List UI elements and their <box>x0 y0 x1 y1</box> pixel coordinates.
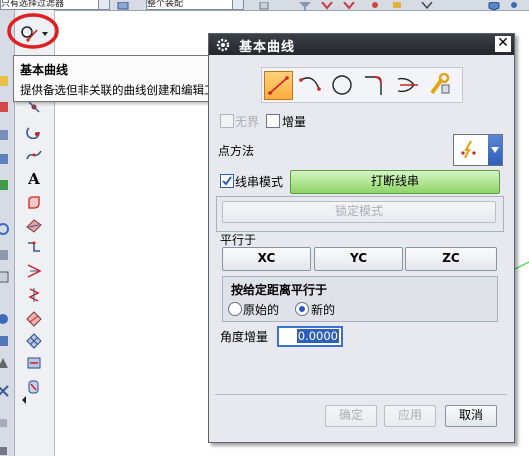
angle-increment-input[interactable]: 0.0000 <box>277 326 343 347</box>
unbounded-label: 无界 <box>235 115 260 129</box>
toolbar-icon[interactable] <box>0 442 12 460</box>
angle-increment-label: 角度增量 <box>220 330 269 344</box>
original-radio[interactable] <box>228 302 242 316</box>
inferred-point-icon <box>457 138 483 162</box>
assembly-scope-combo[interactable]: 整个装配 <box>146 0 244 10</box>
toolbar-icon[interactable] <box>0 310 12 328</box>
line-icon[interactable] <box>264 71 293 100</box>
fillet-icon[interactable] <box>361 71 388 98</box>
chevron-left-icon[interactable] <box>19 394 29 406</box>
dialog-title: 基本曲线 <box>239 40 296 55</box>
chevron-down-icon[interactable] <box>488 135 502 165</box>
toolbar-icon[interactable] <box>0 382 12 400</box>
point-method-select[interactable] <box>453 134 503 166</box>
close-icon[interactable]: ✕ <box>495 36 511 52</box>
parallel-to-label: 平行于 <box>220 233 257 247</box>
project-curve-icon[interactable] <box>25 238 43 256</box>
circle-icon[interactable] <box>329 71 356 98</box>
helix-icon[interactable] <box>25 286 43 304</box>
toolbar-icon[interactable] <box>0 354 12 372</box>
filter-icon[interactable] <box>298 0 312 11</box>
toolbar-icon[interactable] <box>115 0 131 10</box>
angle-increment-value: 0.0000 <box>296 329 339 343</box>
toolbar-icon[interactable] <box>0 332 12 350</box>
parallel-by-distance-label: 按给定距离平行于 <box>231 283 328 297</box>
toolbar-icon[interactable] <box>320 0 334 10</box>
string-mode-checkbox[interactable] <box>220 174 234 188</box>
string-mode-label: 线串模式 <box>235 175 284 189</box>
yc-button[interactable]: YC <box>314 247 403 271</box>
ok-button[interactable]: 确定 <box>325 405 377 427</box>
edit-curve-params-icon[interactable] <box>426 71 453 98</box>
selection-filter-value: 只有选择过滤器 <box>1 0 65 9</box>
toolbar-icon[interactable] <box>342 0 356 10</box>
dialog-title-bar[interactable]: 基本曲线 ✕ <box>209 34 514 55</box>
cube-icon[interactable] <box>486 0 502 11</box>
toolbar-icon[interactable] <box>0 126 12 144</box>
lock-mode-button[interactable]: 锁定模式 <box>222 201 496 223</box>
incremental-label: 增量 <box>282 115 307 129</box>
mesh-icon[interactable] <box>25 332 43 350</box>
toolbar-icon[interactable] <box>420 0 434 10</box>
line-icon[interactable] <box>25 122 43 140</box>
unbounded-checkbox[interactable] <box>220 114 234 128</box>
section-curve-icon[interactable] <box>25 310 43 328</box>
toolbar-icon[interactable] <box>0 150 12 168</box>
spline-icon[interactable] <box>25 146 43 164</box>
text-icon[interactable]: A <box>25 170 43 188</box>
selection-filter-combo[interactable]: 只有选择过滤器 <box>0 0 110 10</box>
gear-icon <box>215 37 231 53</box>
trim-icon[interactable] <box>394 71 421 98</box>
assembly-scope-value: 整个装配 <box>147 0 184 9</box>
break-string-button[interactable]: 打断线串 <box>290 170 500 194</box>
view-icon[interactable] <box>506 0 522 9</box>
extract-curve-icon[interactable] <box>25 354 43 372</box>
apply-button[interactable]: 应用 <box>384 405 436 427</box>
chevron-down-icon[interactable] <box>98 0 109 9</box>
toolbar-icon[interactable] <box>0 268 12 286</box>
chevron-down-icon[interactable] <box>232 0 243 9</box>
divider <box>215 394 507 395</box>
arc-icon[interactable] <box>297 71 324 98</box>
new-radio[interactable] <box>295 302 309 316</box>
curve-type-strip <box>261 67 463 103</box>
cancel-button[interactable]: 取消 <box>445 405 497 427</box>
toolbar-icon[interactable] <box>0 72 12 90</box>
top-toolbar: 只有选择过滤器 整个装配 <box>0 0 529 11</box>
new-label: 新的 <box>311 303 336 317</box>
surface-curve-icon[interactable] <box>25 216 43 234</box>
zc-button[interactable]: ZC <box>405 247 497 271</box>
highlight-circle <box>7 13 59 49</box>
toolbar-icon[interactable] <box>368 0 382 9</box>
toolbar-icon[interactable] <box>390 0 404 9</box>
original-label: 原始的 <box>243 303 280 317</box>
xc-button[interactable]: XC <box>222 247 311 271</box>
toolbar-icon[interactable] <box>0 220 12 238</box>
tooltip-title: 基本曲线 <box>20 63 69 77</box>
bridge-curve-icon[interactable] <box>25 262 43 280</box>
toolbar-icon[interactable] <box>0 414 12 432</box>
basic-curves-dialog: 基本曲线 ✕ 无界 增量 点方法 线串模式 打断线串 锁定模式 平行于 XC Y… <box>208 33 515 443</box>
incremental-checkbox[interactable] <box>266 114 280 128</box>
tooltip-description: 提供备选但非关联的曲线创建和编辑工具。 <box>20 83 239 97</box>
toolbar-icon[interactable] <box>0 176 12 194</box>
point-method-label: 点方法 <box>218 144 255 158</box>
offset-curve-icon[interactable] <box>25 194 43 212</box>
toolbar-icon[interactable] <box>258 0 270 10</box>
toolbar-icon[interactable] <box>0 246 12 264</box>
toolbar-icon[interactable] <box>0 98 12 116</box>
